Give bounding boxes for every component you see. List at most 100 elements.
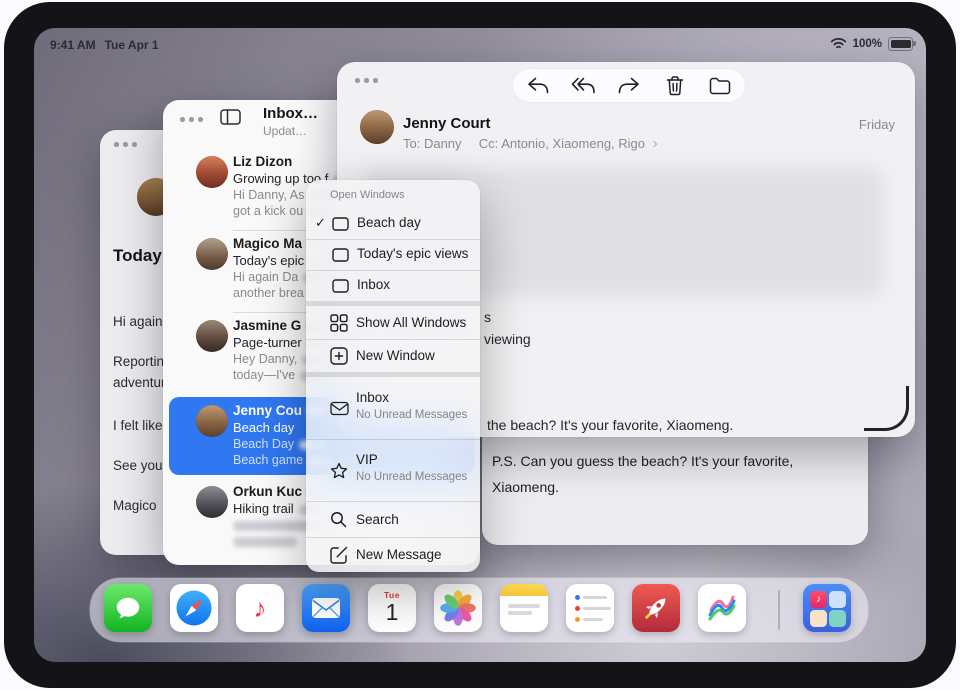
envelope-icon bbox=[330, 401, 349, 416]
rocket-app-icon[interactable] bbox=[632, 584, 680, 632]
body-fragment: viewing bbox=[484, 331, 531, 347]
mailbox-subtitle: Updat… bbox=[263, 124, 307, 138]
folder-button[interactable] bbox=[699, 71, 741, 100]
menu-item-show-all-windows[interactable]: Show All Windows bbox=[306, 306, 480, 339]
search-icon bbox=[330, 511, 347, 528]
menu-item-label: Inbox bbox=[356, 390, 389, 405]
menu-item-search[interactable]: Search bbox=[306, 501, 480, 537]
mini-app-tile bbox=[810, 610, 827, 627]
menu-item-sublabel: No Unread Messages bbox=[356, 470, 468, 485]
message-sender: Jenny Cou bbox=[233, 403, 302, 418]
menu-item-new-message[interactable]: New Message bbox=[306, 537, 480, 572]
dock: ♪ Tue 1 bbox=[90, 578, 868, 642]
messages-app-icon[interactable] bbox=[104, 584, 152, 632]
message-preview: another brea bbox=[233, 286, 304, 300]
envelope-icon bbox=[311, 597, 341, 619]
status-bar: 9:41 AM Tue Apr 1 100% bbox=[34, 28, 926, 54]
reminders-line bbox=[583, 596, 607, 600]
menu-item-vip[interactable]: VIP No Unread Messages bbox=[306, 439, 480, 501]
body-fragment: the beach? It's your favorite, Xiaomeng. bbox=[487, 417, 733, 433]
status-time: 9:41 AM bbox=[50, 38, 96, 52]
message-sender: Jasmine G bbox=[233, 318, 301, 333]
menu-item-label: Show All Windows bbox=[356, 315, 466, 330]
menu-item-todays-epic-views[interactable]: Today's epic views bbox=[306, 239, 480, 270]
calendar-day: 1 bbox=[368, 599, 416, 626]
reminders-dot bbox=[575, 595, 580, 600]
window-dots-icon[interactable] bbox=[180, 117, 203, 122]
message-preview: today—I've bbox=[233, 368, 295, 382]
compass-icon bbox=[175, 589, 213, 627]
calendar-app-icon[interactable]: Tue 1 bbox=[368, 584, 416, 632]
reminders-dot bbox=[575, 617, 580, 622]
message-sender[interactable]: Jenny Court bbox=[403, 115, 491, 132]
menu-item-sublabel: No Unread Messages bbox=[356, 408, 468, 423]
grid-icon bbox=[330, 314, 348, 332]
menu-item-new-window[interactable]: New Window bbox=[306, 339, 480, 372]
dock-divider bbox=[778, 590, 780, 630]
menu-item-label: Beach day bbox=[357, 215, 421, 230]
mail-app-icon[interactable] bbox=[302, 584, 350, 632]
message-sender: Liz Dizon bbox=[233, 154, 292, 169]
safari-app-icon[interactable] bbox=[170, 584, 218, 632]
avatar bbox=[196, 156, 228, 188]
message-preview: Hi Danny, As bbox=[233, 188, 304, 202]
open-windows-menu: Open Windows ✓ Beach day Today's epic vi… bbox=[306, 180, 480, 572]
status-date: Tue Apr 1 bbox=[105, 38, 159, 52]
reply-all-icon bbox=[571, 76, 596, 95]
compose-icon bbox=[330, 546, 348, 564]
music-app-icon[interactable]: ♪ bbox=[236, 584, 284, 632]
cc-recipients: Cc: Antonio, Xiaomeng, Rigo bbox=[479, 136, 645, 151]
apps-folder-icon[interactable]: ♪ bbox=[803, 584, 851, 632]
message-sender: Magico Ma bbox=[233, 236, 302, 251]
menu-item-beach-day[interactable]: ✓ Beach day bbox=[306, 208, 480, 239]
reminders-app-icon[interactable] bbox=[566, 584, 614, 632]
mini-music-tile: ♪ bbox=[810, 591, 827, 608]
window-resize-handle[interactable] bbox=[864, 386, 909, 431]
status-left: 9:41 AM Tue Apr 1 bbox=[50, 38, 159, 52]
menu-item-label: Today's epic views bbox=[357, 246, 468, 261]
message-preview: Beach Day bbox=[233, 437, 294, 451]
message-subject: Beach day bbox=[233, 420, 294, 435]
plus-square-icon bbox=[330, 347, 348, 365]
window-icon bbox=[332, 279, 349, 293]
notes-line bbox=[508, 611, 532, 615]
message-subject: Page-turner bbox=[233, 335, 302, 350]
waves-icon bbox=[705, 591, 739, 625]
message-preview: Beach game bbox=[233, 453, 303, 467]
menu-item-label: Search bbox=[356, 512, 399, 527]
star-icon bbox=[330, 462, 348, 479]
notes-app-icon[interactable] bbox=[500, 584, 548, 632]
body-line: See you bbox=[113, 458, 163, 473]
photos-app-icon[interactable] bbox=[434, 584, 482, 632]
sidebar-toggle-button[interactable] bbox=[220, 109, 241, 125]
music-note-icon: ♪ bbox=[254, 595, 267, 621]
drawing-app-icon[interactable] bbox=[698, 584, 746, 632]
message-preview: got a kick ou bbox=[233, 204, 303, 218]
status-right: 100% bbox=[830, 37, 913, 51]
reply-all-button[interactable] bbox=[562, 71, 604, 100]
body-line: Magico bbox=[113, 498, 157, 513]
message-sender: Orkun Kuc bbox=[233, 484, 302, 499]
recipients-line[interactable]: To: Danny Cc: Antonio, Xiaomeng, Rigo › bbox=[403, 135, 658, 152]
avatar bbox=[360, 110, 394, 144]
menu-item-inbox-mailbox[interactable]: Inbox No Unread Messages bbox=[306, 377, 480, 439]
reply-button[interactable] bbox=[517, 71, 559, 100]
message-preview: Hey Danny, bbox=[233, 352, 297, 366]
window-dots-icon[interactable] bbox=[114, 142, 137, 147]
body-line: Xiaomeng. bbox=[492, 479, 559, 495]
menu-item-inbox-window[interactable]: Inbox bbox=[306, 270, 480, 301]
avatar bbox=[196, 405, 228, 437]
forward-button[interactable] bbox=[608, 71, 650, 100]
mailbox-title: Inbox… bbox=[263, 105, 318, 122]
trash-button[interactable] bbox=[654, 71, 696, 100]
menu-item-label: New Message bbox=[356, 547, 442, 562]
menu-item-label: Inbox bbox=[357, 277, 390, 292]
reminders-line bbox=[583, 618, 603, 622]
message-preview: Hi again Da bbox=[233, 270, 298, 284]
window-dots-icon[interactable] bbox=[355, 78, 378, 83]
reminders-dot bbox=[575, 606, 580, 611]
mini-app-tile bbox=[829, 591, 846, 608]
to-recipients: To: Danny bbox=[403, 136, 462, 151]
mini-app-tile bbox=[829, 610, 846, 627]
menu-header: Open Windows bbox=[330, 189, 405, 201]
